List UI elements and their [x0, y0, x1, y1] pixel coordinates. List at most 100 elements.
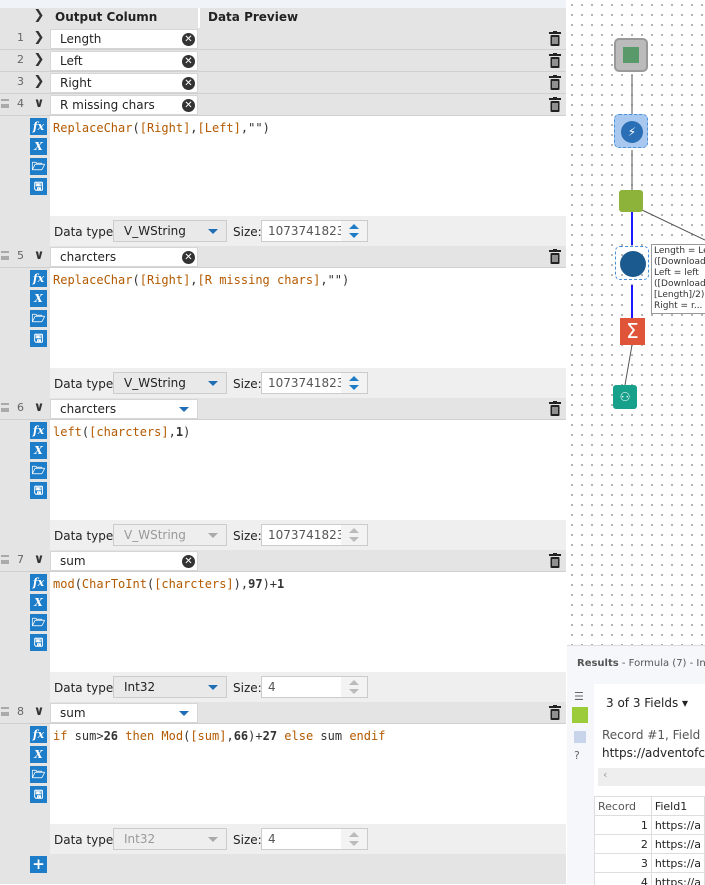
output-column-field[interactable]: R missing chars✕ — [50, 95, 198, 115]
variable-icon[interactable]: X — [30, 290, 47, 307]
output-column-field[interactable]: Length✕ — [50, 29, 198, 49]
expression-input[interactable]: left([charcters],1) — [50, 420, 566, 520]
data-type-select[interactable]: Int32 — [113, 676, 227, 698]
formula-tool-icon[interactable] — [615, 246, 649, 280]
chevron-down-icon[interactable]: ∨ — [30, 248, 48, 263]
variable-icon[interactable]: X — [30, 138, 47, 155]
function-icon[interactable]: fx — [30, 118, 47, 135]
size-input[interactable]: 1073741823 — [261, 372, 368, 394]
open-folder-icon[interactable]: 🗁 — [30, 614, 47, 631]
dropdown-arrow-icon[interactable] — [179, 711, 189, 716]
chevron-down-icon[interactable]: ∨ — [30, 96, 48, 111]
add-formula-button[interactable]: + — [30, 856, 47, 873]
download-tool-icon[interactable]: ⚡ — [614, 114, 648, 148]
browse-tool-icon[interactable]: ⚇ — [613, 385, 637, 409]
expression-input[interactable]: if sum>26 then Mod([sum],66)+27 else sum… — [50, 724, 566, 824]
clear-icon[interactable]: ✕ — [182, 251, 195, 264]
open-folder-icon[interactable]: 🗁 — [30, 158, 47, 175]
fields-dropdown[interactable]: 3 of 3 Fields ▾ — [606, 696, 688, 710]
record-value: https://adventofcod — [602, 746, 705, 760]
output-column-field[interactable]: sum✕ — [50, 551, 198, 571]
trash-icon[interactable] — [549, 401, 561, 416]
size-label: Size: — [233, 833, 262, 847]
save-icon[interactable]: 🖫 — [30, 330, 47, 347]
record-label: Record #1, Field Fiel — [602, 728, 705, 742]
size-input[interactable]: 4 — [261, 676, 368, 698]
output-column-field[interactable]: sum — [50, 703, 198, 723]
data-type-select[interactable]: V_WString — [113, 524, 227, 546]
chevron-down-icon[interactable]: ∨ — [30, 704, 48, 719]
chevron-down-icon[interactable]: ∨ — [30, 552, 48, 567]
row-number: 6 — [0, 401, 28, 414]
trash-icon[interactable] — [549, 53, 561, 68]
expression-input[interactable]: mod(CharToInt([charcters]),97)+1 — [50, 572, 566, 672]
text-to-columns-tool-icon[interactable] — [619, 190, 643, 212]
dropdown-arrow-icon[interactable] — [208, 229, 218, 234]
save-icon[interactable]: 🖫 — [30, 634, 47, 651]
expression-input[interactable]: ReplaceChar([Right],[R missing chars],""… — [50, 268, 566, 368]
column-header: ❯ Output Column Data Preview — [0, 8, 566, 28]
trash-icon[interactable] — [549, 705, 561, 720]
dropdown-arrow-icon[interactable] — [208, 837, 218, 842]
clear-icon[interactable]: ✕ — [182, 99, 195, 112]
trash-icon[interactable] — [549, 97, 561, 112]
save-icon[interactable]: 🖫 — [30, 178, 47, 195]
chevron-right-icon[interactable]: ❯ — [30, 30, 48, 45]
help-icon[interactable]: ? — [574, 749, 593, 762]
input-data-tool-icon[interactable] — [614, 38, 648, 72]
trash-icon[interactable] — [549, 553, 561, 568]
open-folder-icon[interactable]: 🗁 — [30, 766, 47, 783]
size-input[interactable]: 1073741823 — [261, 524, 368, 546]
size-stepper[interactable] — [341, 373, 367, 393]
expand-all-icon[interactable]: ❯ — [30, 8, 48, 23]
summarize-tool-icon[interactable]: Σ — [620, 318, 645, 345]
variable-icon[interactable]: X — [30, 594, 47, 611]
function-icon[interactable]: fx — [30, 574, 47, 591]
size-stepper[interactable] — [341, 677, 367, 697]
dropdown-arrow-icon[interactable] — [179, 407, 189, 412]
metadata-icon[interactable] — [574, 731, 586, 743]
variable-icon[interactable]: X — [30, 442, 47, 459]
save-icon[interactable]: 🖫 — [30, 482, 47, 499]
size-input[interactable]: 1073741823 — [261, 220, 368, 242]
formula-row: 2❯Left✕ — [0, 50, 566, 72]
output-column-field[interactable]: Left✕ — [50, 51, 198, 71]
output-column-field[interactable]: charcters✕ — [50, 247, 198, 267]
chevron-down-icon[interactable]: ∨ — [30, 400, 48, 415]
horizontal-scrollbar[interactable]: ‹ — [598, 768, 705, 786]
function-icon[interactable]: fx — [30, 422, 47, 439]
data-view-icon[interactable] — [572, 707, 588, 723]
data-type-label: Data type: — [54, 529, 117, 543]
size-stepper[interactable] — [341, 221, 367, 241]
chevron-right-icon[interactable]: ❯ — [30, 52, 48, 67]
size-stepper[interactable] — [341, 525, 367, 545]
list-icon[interactable]: ☰ — [574, 690, 593, 703]
dropdown-arrow-icon[interactable] — [208, 685, 218, 690]
size-stepper[interactable] — [341, 829, 367, 849]
data-type-select[interactable]: V_WString — [113, 220, 227, 242]
trash-icon[interactable] — [549, 75, 561, 90]
open-folder-icon[interactable]: 🗁 — [30, 310, 47, 327]
function-icon[interactable]: fx — [30, 270, 47, 287]
trash-icon[interactable] — [549, 31, 561, 46]
dropdown-arrow-icon[interactable] — [208, 533, 218, 538]
variable-icon[interactable]: X — [30, 746, 47, 763]
top-strip — [0, 0, 566, 8]
clear-icon[interactable]: ✕ — [182, 33, 195, 46]
expression-input[interactable]: ReplaceChar([Right],[Left],"") — [50, 116, 566, 216]
output-column-field[interactable]: charcters — [50, 399, 198, 419]
output-column-field[interactable]: Right✕ — [50, 73, 198, 93]
function-icon[interactable]: fx — [30, 726, 47, 743]
data-type-select[interactable]: V_WString — [113, 372, 227, 394]
size-input[interactable]: 4 — [261, 828, 368, 850]
workflow-canvas[interactable]: ⚡ Length = Leng([DownloadDaLeft = left([… — [567, 0, 705, 645]
chevron-right-icon[interactable]: ❯ — [30, 74, 48, 89]
dropdown-arrow-icon[interactable] — [208, 381, 218, 386]
clear-icon[interactable]: ✕ — [182, 55, 195, 68]
clear-icon[interactable]: ✕ — [182, 77, 195, 90]
clear-icon[interactable]: ✕ — [182, 555, 195, 568]
data-type-select[interactable]: Int32 — [113, 828, 227, 850]
trash-icon[interactable] — [549, 249, 561, 264]
open-folder-icon[interactable]: 🗁 — [30, 462, 47, 479]
save-icon[interactable]: 🖫 — [30, 786, 47, 803]
